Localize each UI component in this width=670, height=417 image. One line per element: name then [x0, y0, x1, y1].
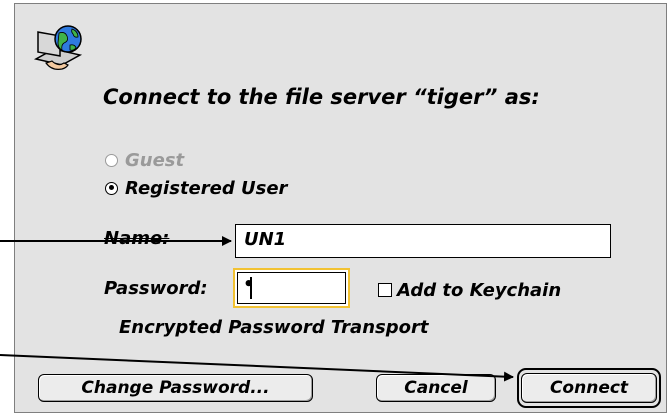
registered-user-radio-button[interactable]	[105, 181, 118, 195]
name-input[interactable]: UN1	[235, 224, 611, 258]
encrypted-transport-text: Encrypted Password Transport	[119, 317, 429, 338]
guest-radio-option[interactable]: Guest	[105, 149, 184, 171]
file-server-icon	[33, 25, 83, 70]
add-to-keychain-checkbox[interactable]	[378, 283, 392, 297]
radio-selected-dot	[108, 185, 114, 190]
password-label: Password:	[104, 278, 208, 299]
change-password-button[interactable]: Change Password...	[38, 374, 313, 402]
add-to-keychain-label: Add to Keychain	[397, 279, 562, 301]
add-to-keychain-option[interactable]: Add to Keychain	[378, 279, 562, 301]
registered-user-radio-option[interactable]: Registered User	[105, 177, 287, 199]
text-caret	[250, 277, 252, 299]
guest-radio-label: Guest	[125, 149, 185, 171]
connect-button[interactable]: Connect	[521, 373, 657, 403]
registered-user-radio-label: Registered User	[125, 177, 288, 199]
guest-radio-button[interactable]	[105, 153, 118, 167]
connect-dialog	[14, 3, 667, 413]
password-mask: •	[243, 274, 255, 295]
name-label: Name:	[104, 228, 170, 249]
password-input[interactable]: •	[233, 268, 350, 308]
connect-prompt: Connect to the file server “tiger” as:	[103, 85, 540, 109]
cancel-button[interactable]: Cancel	[376, 374, 496, 402]
